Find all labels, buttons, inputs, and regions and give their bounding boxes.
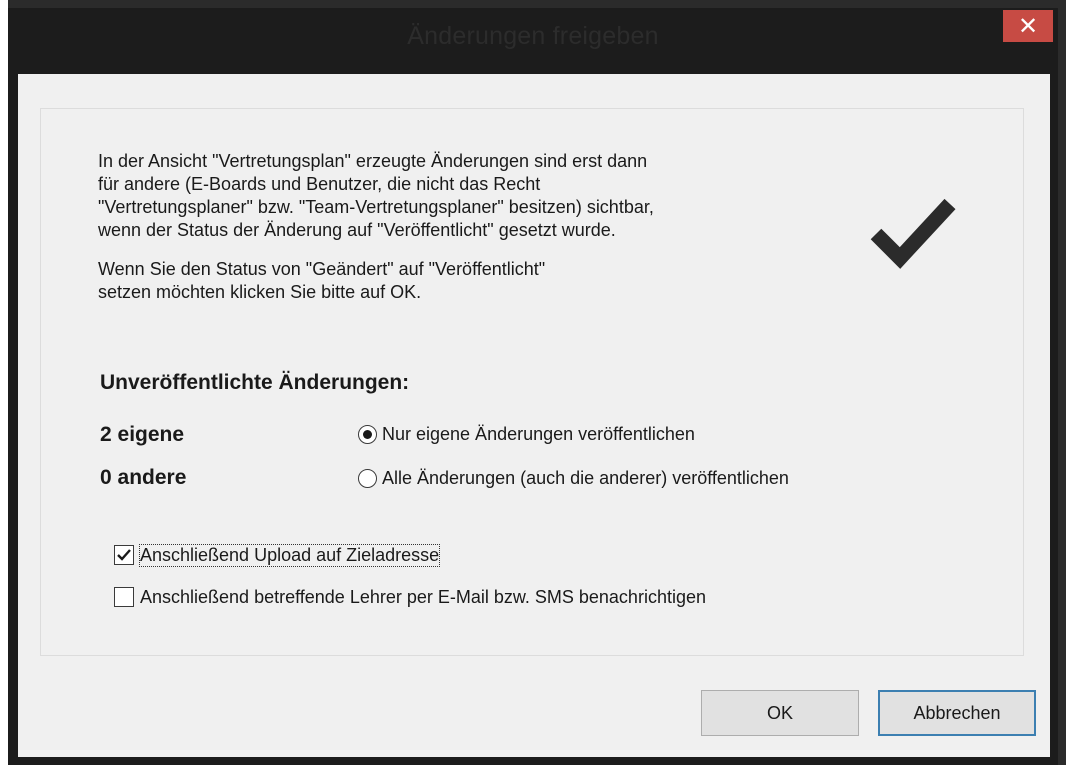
instruction-line-1: Wenn Sie den Status von "Geändert" auf "… bbox=[98, 259, 546, 279]
other-changes-count: 0 andere bbox=[100, 466, 187, 489]
description-line-1: In der Ansicht "Vertretungsplan" erzeugt… bbox=[98, 151, 648, 171]
radio-button-all[interactable] bbox=[358, 468, 377, 488]
description-line-2: für andere (E-Boards und Benutzer, die n… bbox=[98, 174, 541, 194]
checkbox-upload-box[interactable] bbox=[114, 545, 134, 565]
close-button[interactable]: ✕ bbox=[1003, 10, 1053, 42]
radio-publish-all[interactable]: Alle Änderungen (auch die anderer) veröf… bbox=[358, 465, 789, 491]
radio-selected-dot bbox=[363, 429, 372, 439]
ok-button[interactable]: OK bbox=[701, 690, 859, 736]
radio-publish-own-label: Nur eigene Änderungen veröffentlichen bbox=[382, 423, 695, 444]
checkbox-notify-label: Anschließend betreffende Lehrer per E-Ma… bbox=[140, 586, 706, 607]
check-tick-icon bbox=[117, 549, 131, 561]
close-icon: ✕ bbox=[1017, 12, 1039, 40]
checkbox-upload[interactable]: Anschließend Upload auf Zieladresse bbox=[114, 542, 441, 568]
desktop-edge bbox=[0, 0, 8, 765]
dialog-client-area: In der Ansicht "Vertretungsplan" erzeugt… bbox=[18, 74, 1050, 757]
checkbox-upload-label: Anschließend Upload auf Zieladresse bbox=[138, 543, 441, 567]
checkbox-notify-box[interactable] bbox=[114, 587, 134, 607]
title-bar[interactable]: Änderungen freigeben ✕ bbox=[8, 8, 1058, 74]
cancel-button[interactable]: Abbrechen bbox=[878, 690, 1036, 736]
window-title: Änderungen freigeben bbox=[407, 22, 659, 50]
instruction-line-2: setzen möchten klicken Sie bitte auf OK. bbox=[98, 282, 422, 302]
own-changes-count: 2 eigene bbox=[100, 423, 185, 446]
description-line-4: wenn der Status der Änderung auf "Veröff… bbox=[98, 220, 616, 240]
unpublished-heading: Unveröffentlichte Änderungen: bbox=[100, 371, 410, 394]
dialog-window: Änderungen freigeben ✕ In der Ansicht "V… bbox=[8, 8, 1058, 765]
radio-publish-all-label: Alle Änderungen (auch die anderer) veröf… bbox=[382, 467, 789, 488]
checkmark-icon bbox=[870, 198, 956, 269]
radio-button-own[interactable] bbox=[358, 424, 377, 444]
description-line-3: "Vertretungsplaner" bzw. "Team-Vertretun… bbox=[98, 197, 654, 217]
radio-publish-own[interactable]: Nur eigene Änderungen veröffentlichen bbox=[358, 421, 695, 447]
checkbox-notify[interactable]: Anschließend betreffende Lehrer per E-Ma… bbox=[114, 584, 706, 610]
